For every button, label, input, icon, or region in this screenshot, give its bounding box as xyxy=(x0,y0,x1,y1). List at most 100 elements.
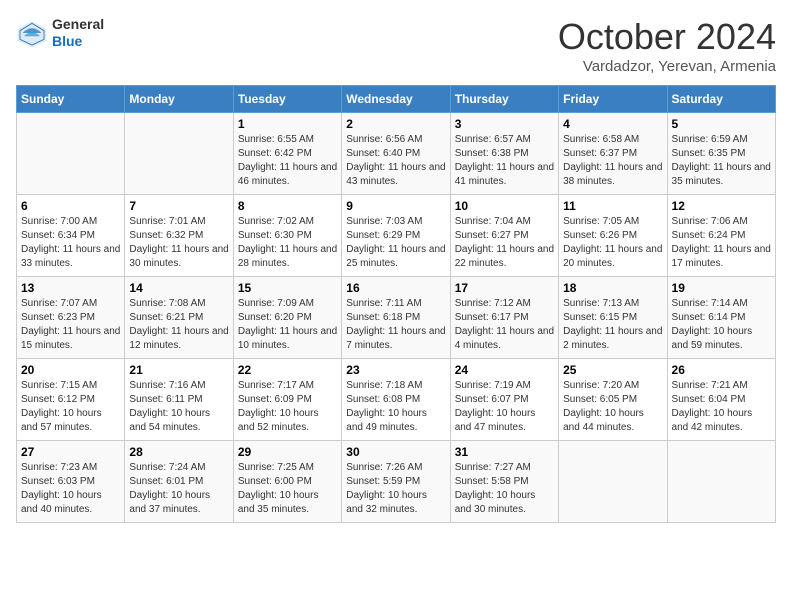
day-info: Sunrise: 7:17 AMSunset: 6:09 PMDaylight:… xyxy=(238,379,337,435)
day-info: Sunrise: 6:56 AMSunset: 6:40 PMDaylight:… xyxy=(346,133,445,189)
calendar-week-4: 20 Sunrise: 7:15 AMSunset: 6:12 PMDayligh… xyxy=(17,359,776,441)
day-number: 25 xyxy=(563,363,662,377)
month-title: October 2024 xyxy=(558,16,776,58)
day-info: Sunrise: 7:12 AMSunset: 6:17 PMDaylight:… xyxy=(455,297,554,353)
day-number: 19 xyxy=(672,281,771,295)
day-number: 21 xyxy=(129,363,228,377)
day-header-wednesday: Wednesday xyxy=(342,86,450,113)
day-info: Sunrise: 6:58 AMSunset: 6:37 PMDaylight:… xyxy=(563,133,662,189)
day-info: Sunrise: 7:23 AMSunset: 6:03 PMDaylight:… xyxy=(21,461,120,517)
calendar-cell xyxy=(17,113,125,195)
calendar-cell: 27Sunrise: 7:23 AMSunset: 6:03 PMDayligh… xyxy=(17,441,125,523)
day-info: Sunrise: 7:14 AMSunset: 6:14 PMDaylight:… xyxy=(672,297,771,353)
calendar-cell: 6 Sunrise: 7:00 AMSunset: 6:34 PMDaylight… xyxy=(17,195,125,277)
day-header-tuesday: Tuesday xyxy=(233,86,341,113)
page-header: General Blue October 2024 Vardadzor, Yer… xyxy=(16,16,776,75)
day-info: Sunrise: 7:24 AMSunset: 6:01 PMDaylight:… xyxy=(129,461,228,517)
day-info: Sunrise: 7:11 AMSunset: 6:18 PMDaylight:… xyxy=(346,297,445,353)
calendar-week-5: 27Sunrise: 7:23 AMSunset: 6:03 PMDayligh… xyxy=(17,441,776,523)
calendar-cell: 18Sunrise: 7:13 AMSunset: 6:15 PMDayligh… xyxy=(559,277,667,359)
day-number: 3 xyxy=(455,117,554,131)
day-number: 13 xyxy=(21,281,120,295)
day-info: Sunrise: 7:25 AMSunset: 6:00 PMDaylight:… xyxy=(238,461,337,517)
calendar-week-1: 1 Sunrise: 6:55 AMSunset: 6:42 PMDaylight… xyxy=(17,113,776,195)
days-header-row: SundayMondayTuesdayWednesdayThursdayFrid… xyxy=(17,86,776,113)
calendar-cell: 9 Sunrise: 7:03 AMSunset: 6:29 PMDaylight… xyxy=(342,195,450,277)
day-info: Sunrise: 7:07 AMSunset: 6:23 PMDaylight:… xyxy=(21,297,120,353)
calendar-cell: 3 Sunrise: 6:57 AMSunset: 6:38 PMDaylight… xyxy=(450,113,558,195)
day-number: 12 xyxy=(672,199,771,213)
calendar-cell: 29 Sunrise: 7:25 AMSunset: 6:00 PMDayligh… xyxy=(233,441,341,523)
calendar-cell: 2Sunrise: 6:56 AMSunset: 6:40 PMDaylight… xyxy=(342,113,450,195)
day-header-friday: Friday xyxy=(559,86,667,113)
logo-icon xyxy=(16,17,48,49)
calendar-week-3: 13 Sunrise: 7:07 AMSunset: 6:23 PMDayligh… xyxy=(17,277,776,359)
day-number: 8 xyxy=(238,199,337,213)
calendar-cell: 16 Sunrise: 7:11 AMSunset: 6:18 PMDayligh… xyxy=(342,277,450,359)
day-info: Sunrise: 7:02 AMSunset: 6:30 PMDaylight:… xyxy=(238,215,337,271)
calendar-cell: 23 Sunrise: 7:18 AMSunset: 6:08 PMDayligh… xyxy=(342,359,450,441)
logo-general: General xyxy=(52,16,104,33)
day-info: Sunrise: 7:15 AMSunset: 6:12 PMDaylight:… xyxy=(21,379,120,435)
day-number: 6 xyxy=(21,199,120,213)
day-number: 30 xyxy=(346,445,445,459)
calendar-cell: 26 Sunrise: 7:21 AMSunset: 6:04 PMDayligh… xyxy=(667,359,775,441)
day-info: Sunrise: 7:08 AMSunset: 6:21 PMDaylight:… xyxy=(129,297,228,353)
calendar-cell: 10 Sunrise: 7:04 AMSunset: 6:27 PMDayligh… xyxy=(450,195,558,277)
day-number: 29 xyxy=(238,445,337,459)
day-info: Sunrise: 6:55 AMSunset: 6:42 PMDaylight:… xyxy=(238,133,337,189)
day-info: Sunrise: 7:06 AMSunset: 6:24 PMDaylight:… xyxy=(672,215,771,271)
day-info: Sunrise: 7:03 AMSunset: 6:29 PMDaylight:… xyxy=(346,215,445,271)
calendar-cell: 4Sunrise: 6:58 AMSunset: 6:37 PMDaylight… xyxy=(559,113,667,195)
calendar-cell: 22Sunrise: 7:17 AMSunset: 6:09 PMDayligh… xyxy=(233,359,341,441)
logo-text: General Blue xyxy=(52,16,104,50)
day-number: 31 xyxy=(455,445,554,459)
day-info: Sunrise: 7:16 AMSunset: 6:11 PMDaylight:… xyxy=(129,379,228,435)
day-info: Sunrise: 7:04 AMSunset: 6:27 PMDaylight:… xyxy=(455,215,554,271)
day-number: 7 xyxy=(129,199,228,213)
day-number: 17 xyxy=(455,281,554,295)
calendar-cell: 17 Sunrise: 7:12 AMSunset: 6:17 PMDayligh… xyxy=(450,277,558,359)
day-header-sunday: Sunday xyxy=(17,86,125,113)
calendar-cell xyxy=(125,113,233,195)
day-number: 23 xyxy=(346,363,445,377)
title-block: October 2024 Vardadzor, Yerevan, Armenia xyxy=(558,16,776,75)
day-number: 11 xyxy=(563,199,662,213)
day-number: 16 xyxy=(346,281,445,295)
day-info: Sunrise: 7:19 AMSunset: 6:07 PMDaylight:… xyxy=(455,379,554,435)
calendar-cell: 25Sunrise: 7:20 AMSunset: 6:05 PMDayligh… xyxy=(559,359,667,441)
calendar-cell: 15Sunrise: 7:09 AMSunset: 6:20 PMDayligh… xyxy=(233,277,341,359)
day-number: 14 xyxy=(129,281,228,295)
day-number: 26 xyxy=(672,363,771,377)
calendar-week-2: 6 Sunrise: 7:00 AMSunset: 6:34 PMDaylight… xyxy=(17,195,776,277)
day-info: Sunrise: 7:27 AMSunset: 5:58 PMDaylight:… xyxy=(455,461,554,517)
day-info: Sunrise: 7:05 AMSunset: 6:26 PMDaylight:… xyxy=(563,215,662,271)
day-number: 1 xyxy=(238,117,337,131)
calendar-cell: 20 Sunrise: 7:15 AMSunset: 6:12 PMDayligh… xyxy=(17,359,125,441)
day-header-monday: Monday xyxy=(125,86,233,113)
day-number: 10 xyxy=(455,199,554,213)
calendar-cell xyxy=(667,441,775,523)
day-info: Sunrise: 7:09 AMSunset: 6:20 PMDaylight:… xyxy=(238,297,337,353)
day-number: 5 xyxy=(672,117,771,131)
calendar-cell: 1 Sunrise: 6:55 AMSunset: 6:42 PMDaylight… xyxy=(233,113,341,195)
logo-blue: Blue xyxy=(52,33,104,50)
day-number: 20 xyxy=(21,363,120,377)
calendar-cell: 24 Sunrise: 7:19 AMSunset: 6:07 PMDayligh… xyxy=(450,359,558,441)
day-info: Sunrise: 6:57 AMSunset: 6:38 PMDaylight:… xyxy=(455,133,554,189)
location: Vardadzor, Yerevan, Armenia xyxy=(558,58,776,75)
day-number: 24 xyxy=(455,363,554,377)
calendar-cell: 21 Sunrise: 7:16 AMSunset: 6:11 PMDayligh… xyxy=(125,359,233,441)
logo: General Blue xyxy=(16,16,104,50)
calendar-cell: 28Sunrise: 7:24 AMSunset: 6:01 PMDayligh… xyxy=(125,441,233,523)
day-info: Sunrise: 6:59 AMSunset: 6:35 PMDaylight:… xyxy=(672,133,771,189)
day-number: 9 xyxy=(346,199,445,213)
day-info: Sunrise: 7:13 AMSunset: 6:15 PMDaylight:… xyxy=(563,297,662,353)
calendar-cell xyxy=(559,441,667,523)
calendar-cell: 30Sunrise: 7:26 AMSunset: 5:59 PMDayligh… xyxy=(342,441,450,523)
day-info: Sunrise: 7:18 AMSunset: 6:08 PMDaylight:… xyxy=(346,379,445,435)
day-info: Sunrise: 7:21 AMSunset: 6:04 PMDaylight:… xyxy=(672,379,771,435)
day-header-thursday: Thursday xyxy=(450,86,558,113)
calendar-cell: 31 Sunrise: 7:27 AMSunset: 5:58 PMDayligh… xyxy=(450,441,558,523)
day-info: Sunrise: 7:00 AMSunset: 6:34 PMDaylight:… xyxy=(21,215,120,271)
